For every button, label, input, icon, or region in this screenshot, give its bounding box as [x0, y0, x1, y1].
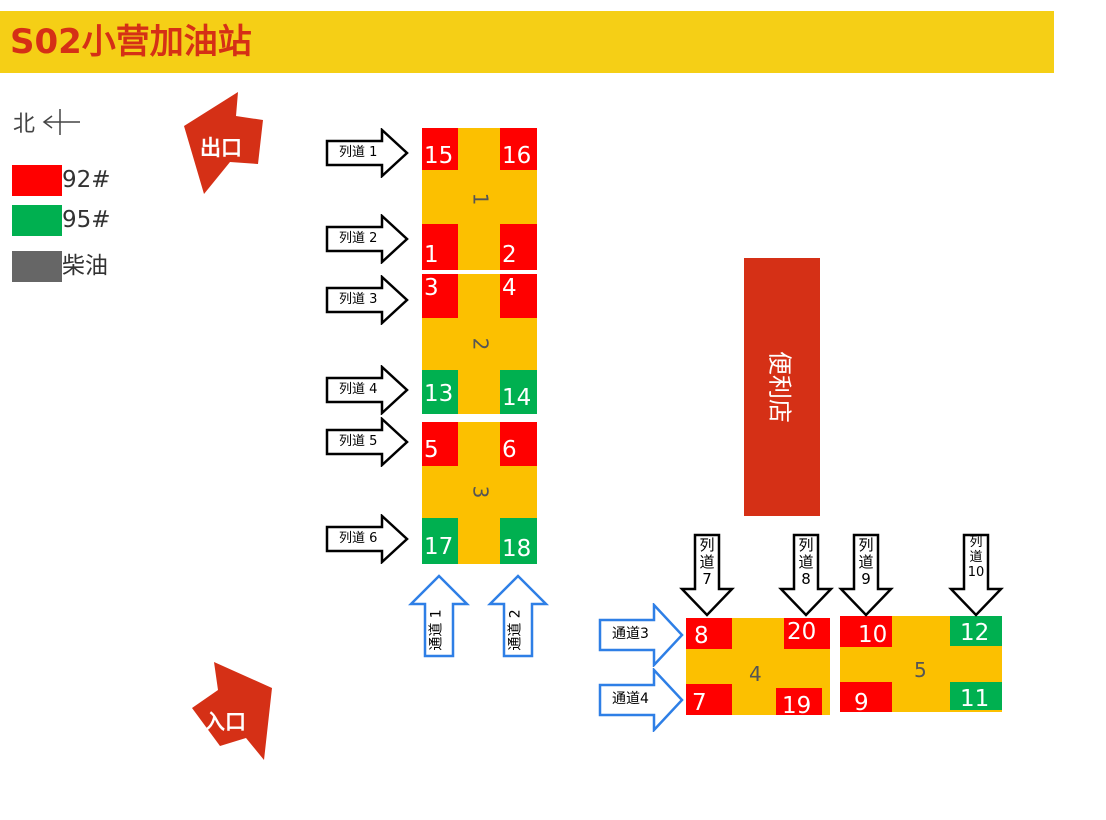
lane-label: 列道7 [699, 536, 715, 588]
legend: 92# 95# 柴油 [12, 165, 111, 282]
nozzle-14: 14 [500, 370, 537, 414]
store-label: 便利店 [765, 351, 794, 423]
lane-label: 列道 4 [339, 382, 378, 397]
lane-arrow-3: 列道 3 [325, 275, 409, 325]
lane-label: 列道9 [858, 536, 874, 588]
exit-label: 出口 [200, 136, 242, 160]
nozzle-10: 10 [840, 616, 892, 648]
nozzle-18: 18 [500, 518, 537, 564]
lane-arrow-1: 列道 1 [325, 128, 409, 178]
nozzle-9: 9 [840, 682, 892, 716]
pump-island-5: 10 12 9 11 5 [840, 616, 1002, 716]
pump-island-1: 15 16 1 2 1 [422, 128, 537, 270]
lane-arrow-2: 列道 2 [325, 214, 409, 264]
arrow-west-icon [42, 109, 81, 135]
legend-label: 92# [62, 167, 111, 193]
nozzle-2: 2 [500, 224, 537, 270]
page-title: S02小营加油站 [10, 22, 252, 62]
channel-arrow-1: 通道 1 [408, 574, 470, 658]
legend-item-92: 92# [12, 165, 111, 196]
lane-label: 列道 1 [339, 145, 378, 160]
pump-island-2: 3 4 13 14 2 [422, 274, 537, 414]
island-number: 2 [468, 337, 493, 351]
channel-label: 通道4 [612, 691, 649, 707]
lane-arrow-10: 列道10 [948, 533, 1004, 617]
lane-label: 列道 2 [339, 231, 378, 246]
lane-arrow-9: 列道9 [838, 533, 894, 617]
pump-island-4: 8 20 7 19 4 [686, 618, 830, 719]
island-number: 4 [749, 662, 762, 686]
channel-arrow-3: 通道3 [598, 603, 684, 667]
legend-swatch [12, 165, 62, 196]
nozzle-20: 20 [784, 618, 830, 649]
lane-arrow-4: 列道 4 [325, 365, 409, 415]
lane-arrow-8: 列道8 [778, 533, 834, 617]
nozzle-19: 19 [776, 688, 822, 719]
entrance-label: 入口 [204, 710, 246, 734]
nozzle-1: 1 [422, 224, 458, 270]
channel-arrow-4: 通道4 [598, 668, 684, 732]
nozzle-7: 7 [686, 684, 732, 716]
nozzle-8: 8 [686, 618, 732, 649]
island-number: 3 [468, 485, 493, 499]
legend-item-95: 95# [12, 205, 111, 236]
title-bar: S02小营加油站 [0, 11, 1054, 73]
island-number: 5 [914, 658, 927, 682]
nozzle-17: 17 [422, 518, 458, 564]
compass: 北 [13, 107, 82, 140]
lane-label: 列道 5 [339, 434, 378, 449]
lane-label: 列道 3 [339, 292, 378, 307]
nozzle-3: 3 [422, 274, 458, 318]
north-label: 北 [13, 112, 36, 137]
legend-label: 95# [62, 207, 111, 233]
nozzle-16: 16 [500, 128, 537, 170]
lane-arrow-5: 列道 5 [325, 417, 409, 467]
channel-arrow-2: 通道 2 [487, 574, 549, 658]
lane-label: 列道 6 [339, 531, 378, 546]
nozzle-5: 5 [422, 422, 458, 466]
island-number: 1 [468, 192, 493, 206]
lane-label: 列道10 [967, 535, 985, 580]
lane-arrow-7: 列道7 [679, 533, 735, 617]
lane-arrow-6: 列道 6 [325, 514, 409, 564]
nozzle-4: 4 [500, 274, 537, 318]
exit-sign: 出口 [178, 90, 268, 200]
legend-label: 柴油 [62, 253, 108, 279]
legend-swatch [12, 205, 62, 236]
entrance-sign: 入口 [188, 660, 278, 765]
lane-label: 列道8 [798, 536, 814, 588]
nozzle-11: 11 [950, 682, 1002, 712]
legend-swatch [12, 251, 62, 282]
channel-label: 通道 1 [428, 609, 445, 651]
legend-item-diesel: 柴油 [12, 251, 111, 282]
channel-label: 通道3 [612, 626, 649, 642]
nozzle-6: 6 [500, 422, 537, 466]
convenience-store: 便利店 [744, 258, 820, 516]
pump-island-3: 5 6 17 18 3 [422, 422, 537, 564]
nozzle-12: 12 [950, 616, 1002, 646]
nozzle-13: 13 [422, 370, 458, 414]
nozzle-15: 15 [422, 128, 458, 170]
channel-label: 通道 2 [507, 609, 524, 651]
